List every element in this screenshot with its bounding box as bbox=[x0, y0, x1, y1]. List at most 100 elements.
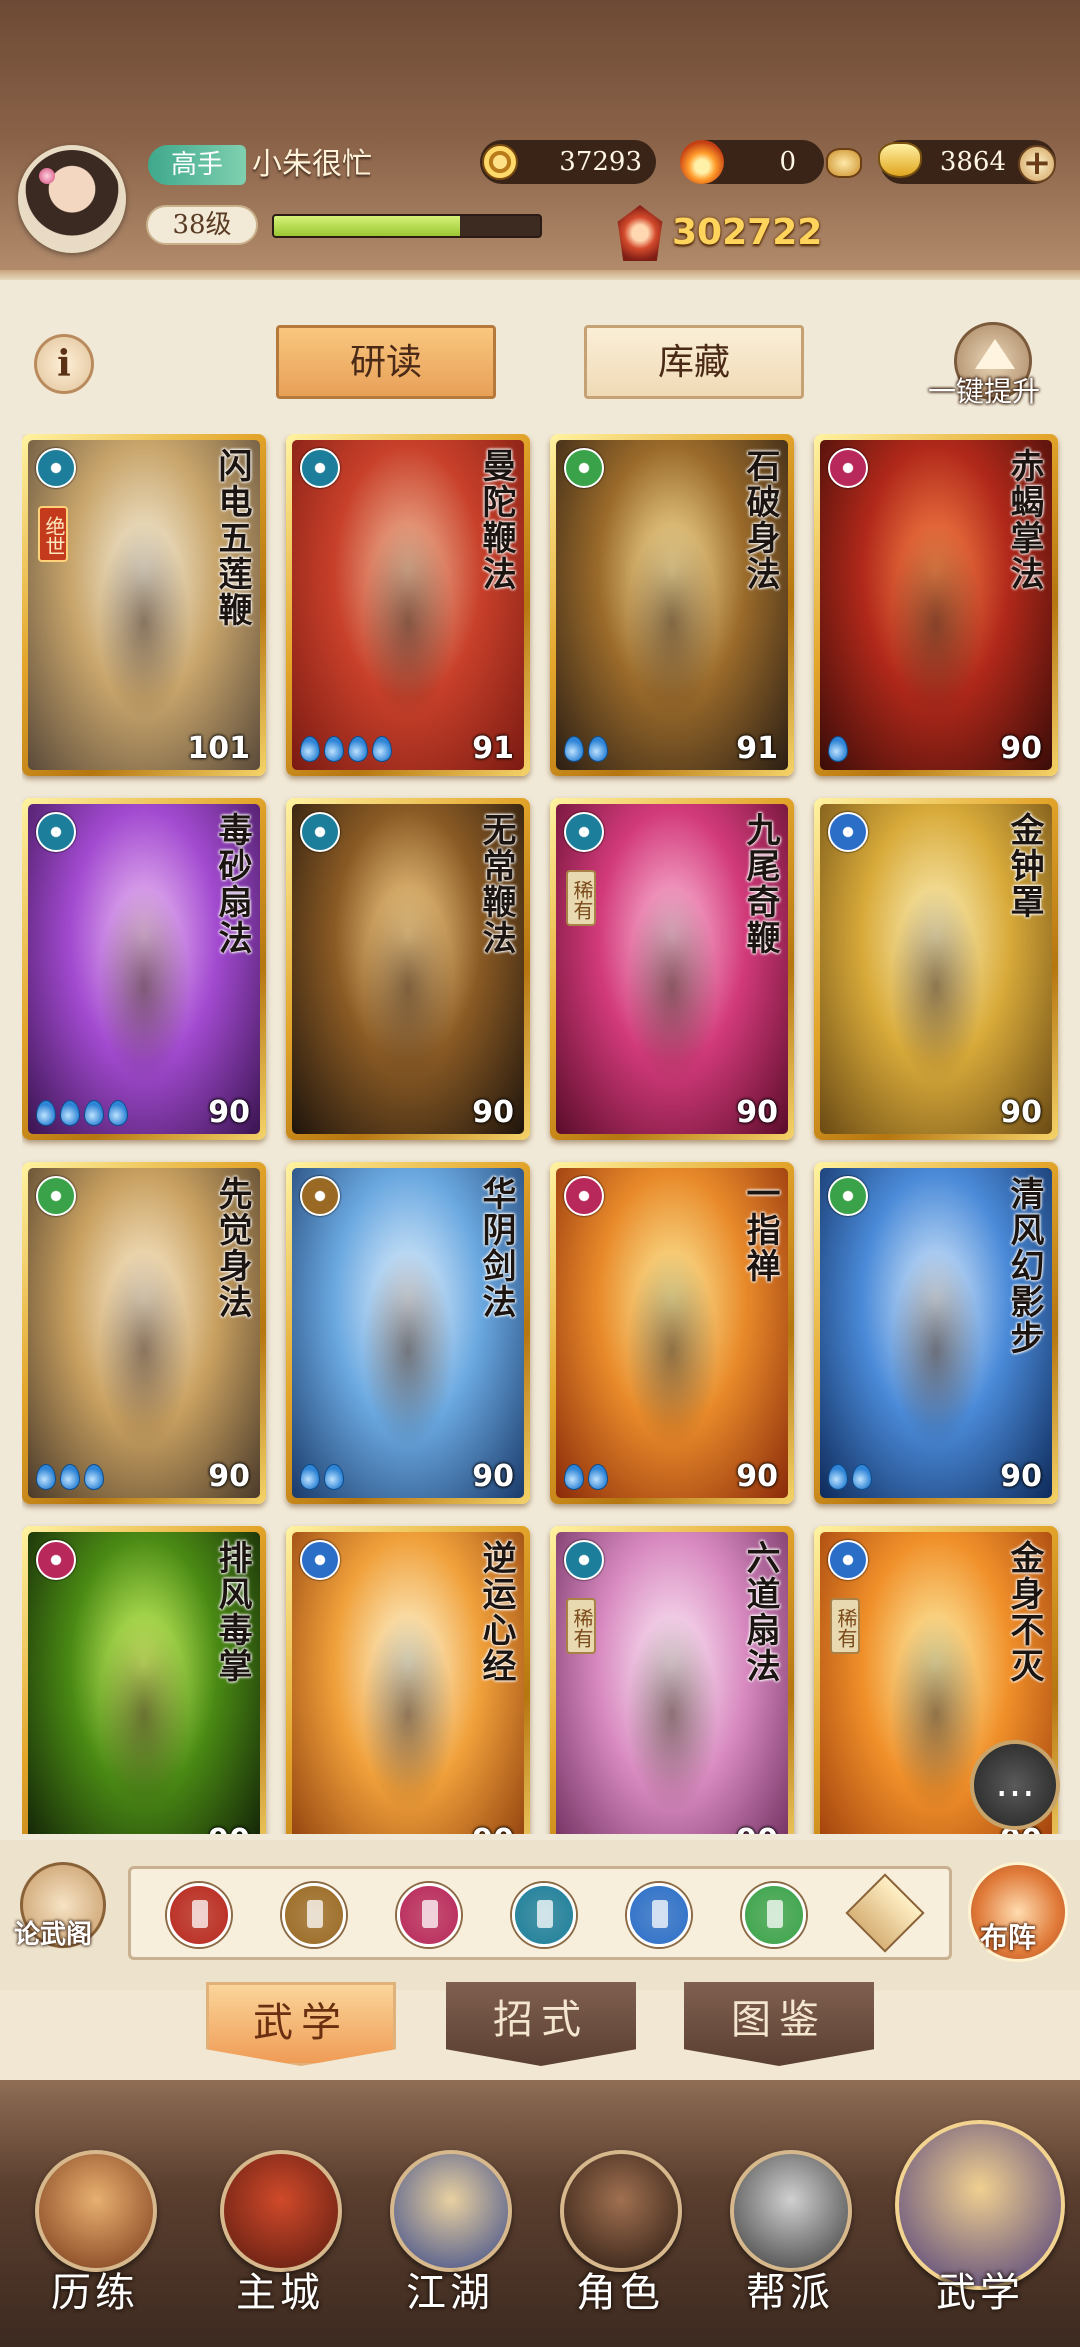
skill-card[interactable]: 逆运心经 90 bbox=[286, 1526, 530, 1834]
bowl-icon[interactable] bbox=[826, 148, 862, 178]
skill-level: 90 bbox=[472, 1095, 514, 1130]
rarity-tag: 稀有 bbox=[830, 1598, 860, 1654]
school-badge-icon bbox=[564, 1176, 604, 1216]
skill-level: 90 bbox=[736, 1095, 778, 1130]
school-filter-palm-icon[interactable] bbox=[397, 1883, 461, 1947]
water-drop-icon bbox=[108, 1100, 128, 1126]
water-drop-icon bbox=[36, 1100, 56, 1126]
chat-bubble-icon[interactable]: … bbox=[970, 1740, 1060, 1830]
skill-card[interactable]: 华阴剑法 90 bbox=[286, 1162, 530, 1504]
nav-icon bbox=[220, 2150, 342, 2272]
player-avatar[interactable] bbox=[18, 145, 126, 253]
school-badge-icon bbox=[564, 1540, 604, 1580]
skill-card[interactable]: 毒砂扇法 90 bbox=[22, 798, 266, 1140]
nav-item[interactable]: 主城 bbox=[205, 2150, 355, 2340]
nav-icon bbox=[560, 2150, 682, 2272]
water-drop-icon bbox=[324, 1464, 344, 1490]
water-drop-icon bbox=[372, 736, 392, 762]
school-filter-internal-icon[interactable] bbox=[627, 1883, 691, 1947]
skill-card-art: 清风幻影步 90 bbox=[820, 1168, 1052, 1498]
nav-label: 历练 bbox=[51, 2270, 139, 2316]
upgrade-drops bbox=[828, 736, 852, 762]
water-drop-icon bbox=[84, 1100, 104, 1126]
skill-level: 90 bbox=[736, 1459, 778, 1494]
nav-icon bbox=[390, 2150, 512, 2272]
subtab-codex[interactable]: 图鉴 bbox=[684, 1982, 874, 2066]
skill-card[interactable]: 先觉身法 90 bbox=[22, 1162, 266, 1504]
school-badge-icon bbox=[36, 448, 76, 488]
skill-card-art: 一指禅 90 bbox=[556, 1168, 788, 1498]
water-drop-icon bbox=[828, 736, 848, 762]
skill-name: 无常鞭法 bbox=[476, 812, 516, 956]
skill-card[interactable]: 金钟罩 90 bbox=[814, 798, 1058, 1140]
nav-label: 帮派 bbox=[746, 2270, 834, 2316]
nav-item[interactable]: 历练 bbox=[20, 2150, 170, 2340]
skill-card[interactable]: 排风毒掌 90 bbox=[22, 1526, 266, 1834]
nav-item[interactable]: 角色 bbox=[545, 2150, 695, 2340]
school-filter-movement-icon[interactable] bbox=[742, 1883, 806, 1947]
school-badge-icon bbox=[300, 1540, 340, 1580]
skill-card[interactable]: 无常鞭法 90 bbox=[286, 798, 530, 1140]
water-drop-icon bbox=[828, 1464, 848, 1490]
add-ingot-button[interactable]: + bbox=[1018, 145, 1056, 183]
nav-icon bbox=[35, 2150, 157, 2272]
school-filter-fan-icon[interactable] bbox=[512, 1883, 576, 1947]
subtab-moves[interactable]: 招式 bbox=[446, 1982, 636, 2066]
nav-label: 主城 bbox=[236, 2270, 324, 2316]
skill-level: 91 bbox=[736, 731, 778, 766]
skill-card[interactable]: 九尾奇鞭 稀有 90 bbox=[550, 798, 794, 1140]
skill-card-art: 先觉身法 90 bbox=[28, 1168, 260, 1498]
water-drop-icon bbox=[348, 736, 368, 762]
one-click-upgrade-label: 一键提升 bbox=[928, 375, 1041, 408]
school-filter-blade-icon[interactable] bbox=[167, 1883, 231, 1947]
skill-card[interactable]: 闪电五莲鞭 绝世 101 bbox=[22, 434, 266, 776]
skill-name: 曼陀鞭法 bbox=[476, 448, 516, 592]
skill-level: 90 bbox=[1000, 1095, 1042, 1130]
info-button[interactable]: i bbox=[34, 334, 94, 394]
skill-level: 90 bbox=[208, 1823, 250, 1834]
skill-level: 90 bbox=[736, 1823, 778, 1834]
nav-item[interactable]: 帮派 bbox=[715, 2150, 865, 2340]
water-drop-icon bbox=[300, 736, 320, 762]
skill-card[interactable]: 一指禅 90 bbox=[550, 1162, 794, 1504]
skill-card[interactable]: 曼陀鞭法 91 bbox=[286, 434, 530, 776]
skill-card[interactable]: 赤蝎掌法 90 bbox=[814, 434, 1058, 776]
skill-name: 金钟罩 bbox=[1004, 812, 1044, 920]
skill-name: 排风毒掌 bbox=[212, 1540, 252, 1684]
school-filter-sword-icon[interactable] bbox=[282, 1883, 346, 1947]
water-drop-icon bbox=[852, 1464, 872, 1490]
water-drop-icon bbox=[324, 736, 344, 762]
exp-bar-fill bbox=[274, 216, 461, 236]
skill-name: 赤蝎掌法 bbox=[1004, 448, 1044, 592]
school-badge-icon bbox=[300, 1176, 340, 1216]
water-drop-icon bbox=[60, 1464, 80, 1490]
tab-study[interactable]: 研读 bbox=[276, 325, 496, 399]
coin-icon bbox=[482, 144, 518, 180]
all-schools-filter-icon[interactable] bbox=[845, 1873, 925, 1953]
flower-icon bbox=[39, 168, 55, 184]
nav-label: 角色 bbox=[576, 2270, 664, 2316]
skill-name: 毒砂扇法 bbox=[212, 812, 252, 956]
school-badge-icon bbox=[828, 812, 868, 852]
gold-ingot-icon bbox=[878, 142, 922, 178]
formation-label: 布阵 bbox=[980, 1921, 1037, 1954]
skill-card[interactable]: 六道扇法 稀有 90 bbox=[550, 1526, 794, 1834]
skill-level: 90 bbox=[472, 1823, 514, 1834]
subtab-martial-arts[interactable]: 武学 bbox=[206, 1982, 396, 2066]
skill-card-art: 无常鞭法 90 bbox=[292, 804, 524, 1134]
skill-card-art: 华阴剑法 90 bbox=[292, 1168, 524, 1498]
upgrade-drops bbox=[36, 1464, 108, 1490]
skill-card[interactable]: 石破身法 91 bbox=[550, 434, 794, 776]
nav-item[interactable]: 江湖 bbox=[375, 2150, 525, 2340]
skill-card[interactable]: 清风幻影步 90 bbox=[814, 1162, 1058, 1504]
skill-level: 91 bbox=[472, 731, 514, 766]
skill-level: 90 bbox=[1000, 731, 1042, 766]
school-badge-icon bbox=[828, 1176, 868, 1216]
skill-card-art: 六道扇法 稀有 90 bbox=[556, 1532, 788, 1834]
upgrade-drops bbox=[564, 1464, 612, 1490]
nav-item[interactable]: 武学 bbox=[895, 2120, 1065, 2340]
rarity-tag: 稀有 bbox=[566, 870, 596, 926]
school-badge-icon bbox=[300, 812, 340, 852]
skill-level: 90 bbox=[1000, 1459, 1042, 1494]
tab-collection[interactable]: 库藏 bbox=[584, 325, 804, 399]
